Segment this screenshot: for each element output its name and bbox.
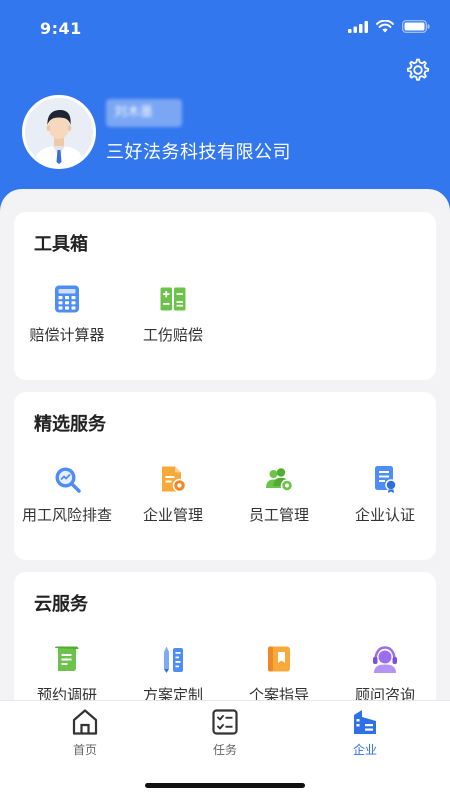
service-item-label: 用工风险排查 (21, 506, 112, 524)
cloud-item-case-guide[interactable]: 个案指导 (226, 644, 332, 705)
calculator-icon (55, 285, 79, 313)
service-item-label: 企业认证 (354, 506, 415, 524)
tab-label: 任务 (212, 743, 237, 757)
home-indicator (145, 783, 305, 788)
user-avatar[interactable] (22, 95, 96, 169)
staff-management-icon (266, 468, 294, 492)
service-item-enterprise-certification[interactable]: 企业认证 (332, 464, 438, 525)
company-name: 三好法务科技有限公司 (106, 142, 291, 163)
tool-item-calculator[interactable]: 赔偿计算器 (14, 284, 120, 345)
cloud-item-appointment-research[interactable]: 预约调研 (14, 644, 120, 705)
plan-customize-icon (164, 646, 183, 673)
home-icon (72, 709, 98, 735)
enterprise-management-icon (162, 466, 187, 493)
signal-icon (348, 20, 368, 33)
tab-enterprise[interactable]: 企业 (320, 707, 410, 758)
status-icons (348, 20, 430, 33)
case-guide-icon (268, 646, 290, 672)
task-icon (212, 709, 238, 735)
status-bar: 9:41 (0, 0, 450, 56)
cloud-item-consultant[interactable]: 顾问咨询 (332, 644, 438, 705)
injury-compensation-icon (160, 287, 186, 311)
appointment-research-icon (55, 646, 79, 671)
status-time: 9:41 (40, 19, 82, 38)
tab-home[interactable]: 首页 (40, 707, 130, 758)
tab-label: 企业 (352, 743, 377, 757)
risk-search-icon (55, 467, 81, 493)
tool-item-injury-compensation[interactable]: 工伤赔偿 (120, 284, 226, 345)
service-item-enterprise-management[interactable]: 企业管理 (120, 464, 226, 525)
featured-services-card: 精选服务 用工风险排查 企业管理 员工管理 企业认证 (14, 392, 436, 560)
service-item-staff-management[interactable]: 员工管理 (226, 464, 332, 525)
featured-services-title: 精选服务 (34, 414, 106, 435)
user-name: 刘木墨 (106, 99, 182, 127)
cloud-item-plan-customize[interactable]: 方案定制 (120, 644, 226, 705)
toolbox-title: 工具箱 (34, 234, 88, 255)
service-item-risk-check[interactable]: 用工风险排查 (14, 464, 120, 525)
cloud-services-title: 云服务 (34, 594, 88, 615)
settings-gear-icon[interactable] (404, 56, 432, 84)
tool-item-label: 赔偿计算器 (29, 326, 105, 344)
battery-icon (402, 20, 430, 33)
tool-item-label: 工伤赔偿 (142, 326, 203, 344)
service-item-label: 企业管理 (142, 506, 203, 524)
enterprise-certification-icon (375, 466, 397, 493)
tab-task[interactable]: 任务 (180, 707, 270, 758)
avatar-person-icon (25, 98, 93, 166)
toolbox-card: 工具箱 赔偿计算器 工伤赔偿 (14, 212, 436, 380)
service-item-label: 员工管理 (248, 506, 309, 524)
consultant-icon (373, 646, 397, 673)
enterprise-icon (354, 710, 376, 734)
tab-label: 首页 (72, 743, 97, 757)
wifi-icon (376, 20, 394, 33)
